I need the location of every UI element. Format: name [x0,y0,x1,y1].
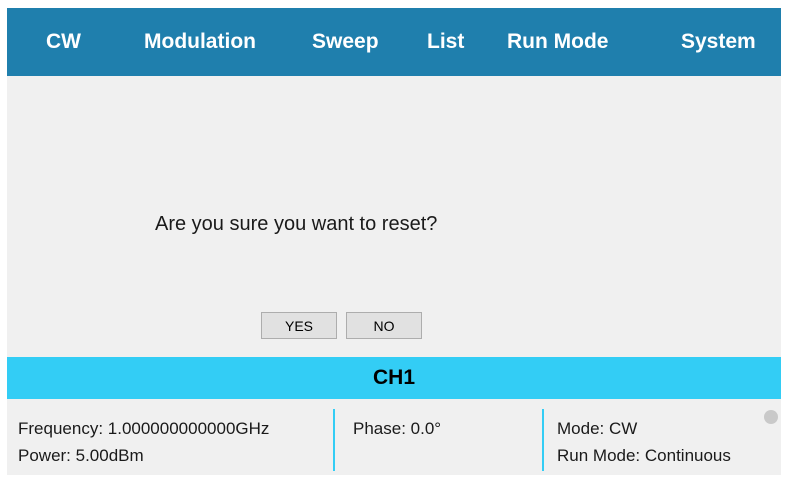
status-panel: Frequency: 1.000000000000GHz Power: 5.00… [7,399,781,475]
nav-tab-list[interactable]: List [427,29,464,55]
no-button[interactable]: NO [346,312,422,339]
reset-confirmation-panel: Are you sure you want to reset? YES NO [7,76,781,357]
channel-header-bar: CH1 [7,357,781,399]
nav-tab-run-mode[interactable]: Run Mode [507,29,608,55]
top-navigation-bar: CW Modulation Sweep List Run Mode System [7,8,781,76]
status-divider [333,409,335,471]
nav-tab-cw[interactable]: CW [46,29,81,55]
phase-readout: Phase: 0.0° [353,419,442,438]
power-readout: Power: 5.00dBm [18,446,144,465]
mode-readout: Mode: CW [557,419,638,438]
nav-tab-modulation[interactable]: Modulation [144,29,256,55]
status-divider [542,409,544,471]
reset-confirmation-message: Are you sure you want to reset? [155,213,438,235]
run-mode-readout: Run Mode: Continuous [557,446,731,465]
frequency-readout: Frequency: 1.000000000000GHz [18,419,270,438]
signal-generator-app: CW Modulation Sweep List Run Mode System… [0,0,788,479]
channel-title: CH1 [372,366,415,389]
status-indicator-icon [764,410,778,424]
nav-tab-system[interactable]: System [681,29,756,55]
nav-tab-sweep[interactable]: Sweep [312,29,379,55]
yes-button[interactable]: YES [261,312,337,339]
